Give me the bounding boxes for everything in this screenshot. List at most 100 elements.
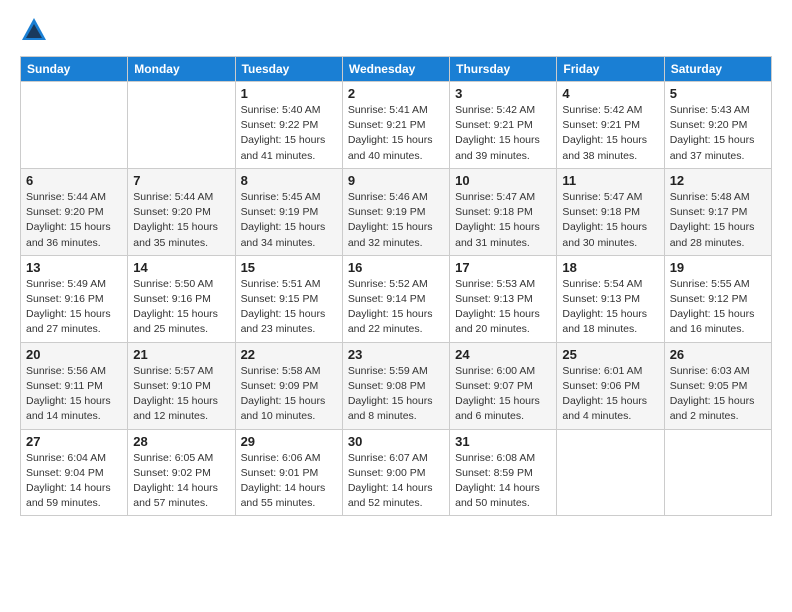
calendar-cell: 18 Sunrise: 5:54 AM Sunset: 9:13 PM Dayli… [557,255,664,342]
calendar-cell [128,82,235,169]
calendar-cell: 12 Sunrise: 5:48 AM Sunset: 9:17 PM Dayli… [664,168,771,255]
calendar-cell: 31 Sunrise: 6:08 AM Sunset: 8:59 PM Dayli… [450,429,557,516]
calendar-header-row: SundayMondayTuesdayWednesdayThursdayFrid… [21,57,772,82]
day-number: 8 [241,173,337,188]
calendar-col-wednesday: Wednesday [342,57,449,82]
calendar-col-thursday: Thursday [450,57,557,82]
day-detail: Sunrise: 5:44 AM Sunset: 9:20 PM Dayligh… [133,190,229,251]
calendar-cell: 5 Sunrise: 5:43 AM Sunset: 9:20 PM Daylig… [664,82,771,169]
day-detail: Sunrise: 5:55 AM Sunset: 9:12 PM Dayligh… [670,277,766,338]
calendar-week-row: 1Sunrise: 5:40 AM Sunset: 9:22 PM Daylig… [21,82,772,169]
day-number: 29 [241,434,337,449]
day-detail: Sunrise: 6:08 AM Sunset: 8:59 PM Dayligh… [455,451,551,512]
calendar-week-row: 27 Sunrise: 6:04 AM Sunset: 9:04 PM Dayli… [21,429,772,516]
calendar-col-monday: Monday [128,57,235,82]
day-detail: Sunrise: 5:48 AM Sunset: 9:17 PM Dayligh… [670,190,766,251]
day-detail: Sunrise: 6:06 AM Sunset: 9:01 PM Dayligh… [241,451,337,512]
logo [20,16,50,44]
calendar-col-friday: Friday [557,57,664,82]
calendar-col-tuesday: Tuesday [235,57,342,82]
calendar-cell: 7 Sunrise: 5:44 AM Sunset: 9:20 PM Daylig… [128,168,235,255]
calendar-cell: 26 Sunrise: 6:03 AM Sunset: 9:05 PM Dayli… [664,342,771,429]
day-number: 21 [133,347,229,362]
calendar-cell: 9 Sunrise: 5:46 AM Sunset: 9:19 PM Daylig… [342,168,449,255]
day-number: 24 [455,347,551,362]
day-number: 18 [562,260,658,275]
calendar-cell: 10Sunrise: 5:47 AM Sunset: 9:18 PM Dayli… [450,168,557,255]
day-detail: Sunrise: 5:42 AM Sunset: 9:21 PM Dayligh… [455,103,551,164]
calendar-cell: 19 Sunrise: 5:55 AM Sunset: 9:12 PM Dayli… [664,255,771,342]
calendar-cell: 11 Sunrise: 5:47 AM Sunset: 9:18 PM Dayli… [557,168,664,255]
logo-icon [20,16,48,44]
calendar-cell: 3 Sunrise: 5:42 AM Sunset: 9:21 PM Daylig… [450,82,557,169]
calendar-week-row: 20 Sunrise: 5:56 AM Sunset: 9:11 PM Dayli… [21,342,772,429]
day-detail: Sunrise: 6:00 AM Sunset: 9:07 PM Dayligh… [455,364,551,425]
day-number: 5 [670,86,766,101]
day-detail: Sunrise: 5:57 AM Sunset: 9:10 PM Dayligh… [133,364,229,425]
day-number: 30 [348,434,444,449]
day-detail: Sunrise: 6:05 AM Sunset: 9:02 PM Dayligh… [133,451,229,512]
day-number: 17 [455,260,551,275]
day-number: 13 [26,260,122,275]
calendar-cell: 22 Sunrise: 5:58 AM Sunset: 9:09 PM Dayli… [235,342,342,429]
day-detail: Sunrise: 5:47 AM Sunset: 9:18 PM Dayligh… [562,190,658,251]
header [20,16,772,44]
calendar-cell: 27 Sunrise: 6:04 AM Sunset: 9:04 PM Dayli… [21,429,128,516]
day-detail: Sunrise: 5:45 AM Sunset: 9:19 PM Dayligh… [241,190,337,251]
day-number: 15 [241,260,337,275]
day-number: 7 [133,173,229,188]
day-number: 3 [455,86,551,101]
calendar-cell: 30Sunrise: 6:07 AM Sunset: 9:00 PM Dayli… [342,429,449,516]
day-detail: Sunrise: 5:42 AM Sunset: 9:21 PM Dayligh… [562,103,658,164]
calendar-cell: 15 Sunrise: 5:51 AM Sunset: 9:15 PM Dayli… [235,255,342,342]
calendar-cell: 28 Sunrise: 6:05 AM Sunset: 9:02 PM Dayli… [128,429,235,516]
day-number: 19 [670,260,766,275]
day-detail: Sunrise: 5:43 AM Sunset: 9:20 PM Dayligh… [670,103,766,164]
day-number: 11 [562,173,658,188]
calendar-cell [21,82,128,169]
day-number: 28 [133,434,229,449]
day-number: 26 [670,347,766,362]
day-detail: Sunrise: 5:41 AM Sunset: 9:21 PM Dayligh… [348,103,444,164]
day-number: 22 [241,347,337,362]
day-detail: Sunrise: 5:47 AM Sunset: 9:18 PM Dayligh… [455,190,551,251]
calendar-cell: 29 Sunrise: 6:06 AM Sunset: 9:01 PM Dayli… [235,429,342,516]
calendar-col-sunday: Sunday [21,57,128,82]
calendar-cell: 21 Sunrise: 5:57 AM Sunset: 9:10 PM Dayli… [128,342,235,429]
day-detail: Sunrise: 5:59 AM Sunset: 9:08 PM Dayligh… [348,364,444,425]
day-detail: Sunrise: 5:46 AM Sunset: 9:19 PM Dayligh… [348,190,444,251]
calendar-cell: 4Sunrise: 5:42 AM Sunset: 9:21 PM Daylig… [557,82,664,169]
day-detail: Sunrise: 5:53 AM Sunset: 9:13 PM Dayligh… [455,277,551,338]
calendar-table: SundayMondayTuesdayWednesdayThursdayFrid… [20,56,772,516]
day-detail: Sunrise: 6:04 AM Sunset: 9:04 PM Dayligh… [26,451,122,512]
day-number: 31 [455,434,551,449]
day-detail: Sunrise: 5:58 AM Sunset: 9:09 PM Dayligh… [241,364,337,425]
calendar-cell: 2 Sunrise: 5:41 AM Sunset: 9:21 PM Daylig… [342,82,449,169]
calendar-cell: 13 Sunrise: 5:49 AM Sunset: 9:16 PM Dayli… [21,255,128,342]
day-number: 23 [348,347,444,362]
day-number: 6 [26,173,122,188]
day-number: 16 [348,260,444,275]
day-detail: Sunrise: 5:50 AM Sunset: 9:16 PM Dayligh… [133,277,229,338]
day-number: 2 [348,86,444,101]
day-number: 12 [670,173,766,188]
day-number: 25 [562,347,658,362]
calendar-cell: 23 Sunrise: 5:59 AM Sunset: 9:08 PM Dayli… [342,342,449,429]
calendar-cell [664,429,771,516]
day-number: 14 [133,260,229,275]
calendar-col-saturday: Saturday [664,57,771,82]
day-number: 27 [26,434,122,449]
day-number: 9 [348,173,444,188]
calendar-cell: 17 Sunrise: 5:53 AM Sunset: 9:13 PM Dayli… [450,255,557,342]
page: SundayMondayTuesdayWednesdayThursdayFrid… [0,0,792,532]
day-detail: Sunrise: 6:03 AM Sunset: 9:05 PM Dayligh… [670,364,766,425]
day-detail: Sunrise: 5:44 AM Sunset: 9:20 PM Dayligh… [26,190,122,251]
day-number: 20 [26,347,122,362]
calendar-cell: 16Sunrise: 5:52 AM Sunset: 9:14 PM Dayli… [342,255,449,342]
day-detail: Sunrise: 5:49 AM Sunset: 9:16 PM Dayligh… [26,277,122,338]
day-detail: Sunrise: 5:54 AM Sunset: 9:13 PM Dayligh… [562,277,658,338]
day-detail: Sunrise: 5:56 AM Sunset: 9:11 PM Dayligh… [26,364,122,425]
day-detail: Sunrise: 5:51 AM Sunset: 9:15 PM Dayligh… [241,277,337,338]
calendar-week-row: 6 Sunrise: 5:44 AM Sunset: 9:20 PM Daylig… [21,168,772,255]
calendar-week-row: 13 Sunrise: 5:49 AM Sunset: 9:16 PM Dayli… [21,255,772,342]
